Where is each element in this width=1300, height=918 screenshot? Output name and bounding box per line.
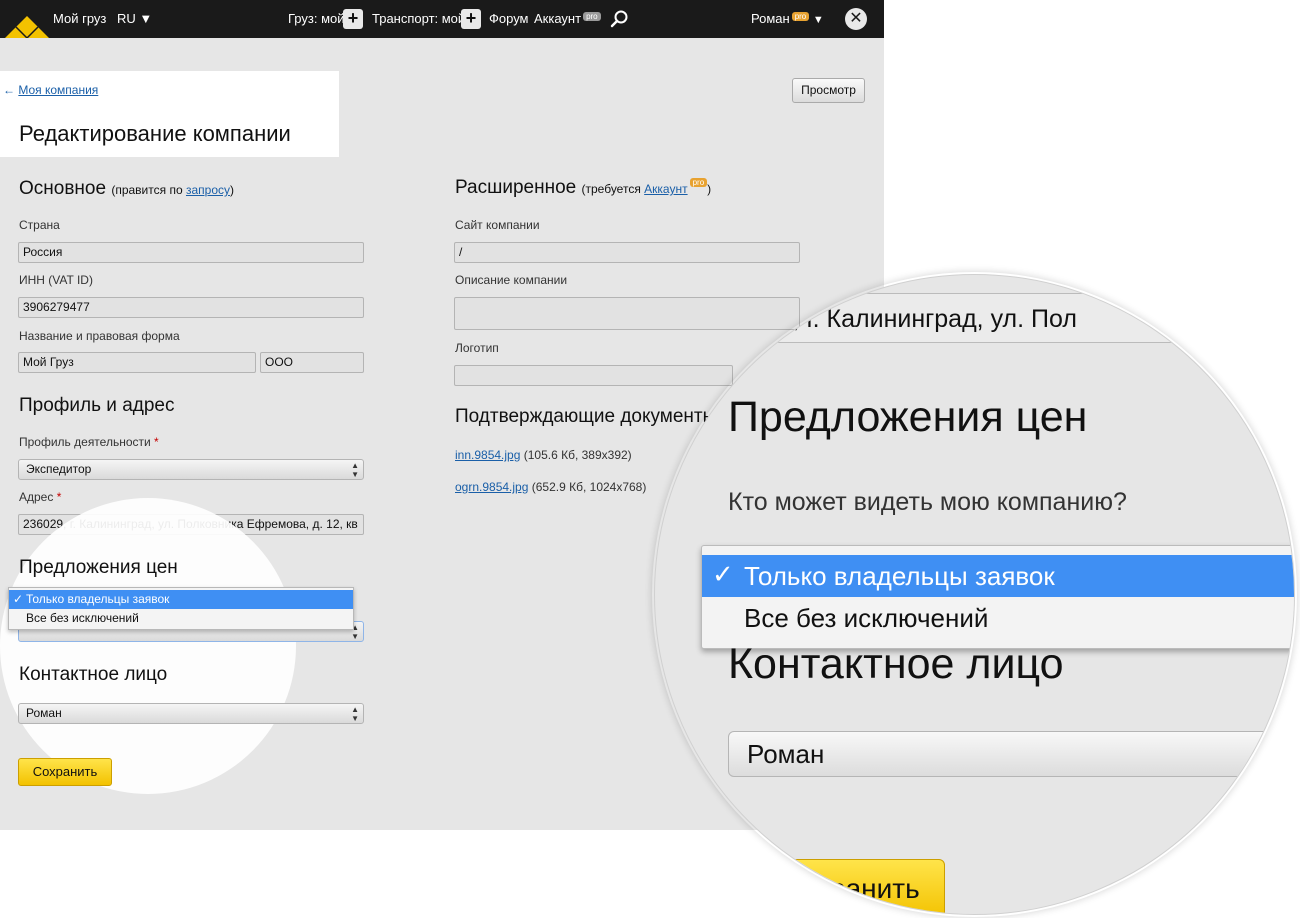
legal-form-field[interactable]: ООО — [260, 352, 364, 373]
zoomed-contact-select: Роман — [728, 731, 1294, 777]
documents-heading: Подтверждающие документы — [455, 406, 717, 427]
select-arrows-icon: ▲ ▼ — [351, 461, 359, 479]
checkmark-icon: ✓ — [13, 592, 24, 606]
close-icon[interactable]: ✕ — [845, 8, 867, 30]
add-cargo-button[interactable]: + — [343, 9, 363, 29]
country-label: Страна — [19, 218, 60, 232]
country-field[interactable]: Россия — [18, 242, 364, 263]
document-link[interactable]: ogrn.9854.jpg — [455, 480, 528, 494]
description-label: Описание компании — [455, 273, 568, 287]
user-pro-badge: pro — [791, 12, 810, 21]
pro-badge: pro — [689, 178, 708, 187]
offers-heading: Предложения цен — [19, 557, 178, 578]
user-menu[interactable]: Роман pro ▼ — [751, 11, 824, 26]
add-transport-button[interactable]: + — [461, 9, 481, 29]
logo-label: Логотип — [455, 341, 499, 355]
back-to-company-link[interactable]: ← Моя компания — [3, 83, 98, 97]
contact-person-value: Роман — [26, 706, 62, 720]
logo-file-field[interactable] — [454, 365, 733, 386]
zoomed-option-owners: ✓ Только владельцы заявок — [702, 555, 1294, 597]
zoomed-contact-heading: Контактное лицо — [728, 640, 1064, 688]
extended-heading-text: Расширенное — [455, 177, 577, 198]
address-label: Адрес * — [19, 490, 61, 504]
pro-badge: pro — [583, 12, 601, 21]
profile-heading: Профиль и адрес — [19, 395, 175, 416]
zoomed-save-button: хранить — [755, 859, 945, 914]
account-link[interactable]: Аккаунт — [644, 182, 687, 196]
top-navbar: Мой груз RU ▼ Груз: мой + Транспорт: мой… — [0, 0, 884, 60]
visibility-option-all-label: Все без исключений — [26, 611, 139, 625]
visibility-option-owners-label: Только владельцы заявок — [26, 592, 170, 606]
basic-heading-text: Основное — [19, 178, 107, 199]
extended-heading: Расширенное (требуется Аккаунт pro) — [455, 177, 711, 199]
basic-heading: Основное (правится по запросу) — [19, 178, 234, 200]
document-info: (105.6 Кб, 389x392) — [523, 448, 632, 462]
visibility-option-owners[interactable]: ✓ Только владельцы заявок — [9, 590, 353, 609]
extended-note-suffix: ) — [707, 182, 712, 196]
nav-cargo-mine[interactable]: Груз: мой — [288, 11, 345, 26]
visibility-dropdown: ✓ Только владельцы заявок Все без исключе… — [8, 587, 354, 630]
zoomed-option-owners-label: Только владельцы заявок — [744, 561, 1055, 591]
extended-note-prefix: (требуется — [581, 182, 645, 196]
basic-note-prefix: (правится по — [111, 183, 186, 197]
checkmark-icon: ✓ — [712, 559, 734, 589]
user-caret-icon: ▼ — [812, 14, 824, 26]
company-name-field[interactable]: Мой Груз — [18, 352, 256, 373]
search-icon[interactable] — [610, 9, 630, 29]
language-select[interactable]: RU ▼ — [117, 11, 152, 26]
nav-account[interactable]: Аккаунт pro — [534, 11, 601, 26]
zoomed-save-label: хранить — [816, 873, 920, 904]
basic-note: (правится по запросу) — [111, 183, 234, 197]
required-mark: * — [56, 490, 62, 504]
visibility-option-all[interactable]: Все без исключений — [9, 609, 353, 628]
back-link-label: Моя компания — [18, 83, 99, 97]
zoomed-visibility-dropdown: ✓ Только владельцы заявок Все без исключе… — [701, 545, 1294, 649]
nav-my-cargo[interactable]: Мой груз — [53, 11, 106, 26]
activity-label: Профиль деятельности * — [19, 435, 159, 449]
zoomed-offers-heading: Предложения цен — [728, 393, 1088, 441]
contact-person-select[interactable]: Роман ▲ ▼ — [18, 703, 364, 724]
back-arrow-icon: ← — [3, 83, 15, 97]
zoomed-option-all: Все без исключений — [702, 597, 1294, 639]
save-button[interactable]: Сохранить — [18, 758, 112, 786]
document-item: inn.9854.jpg (105.6 Кб, 389x392) — [455, 448, 632, 462]
zoomed-option-all-label: Все без исключений — [744, 603, 989, 633]
document-link[interactable]: inn.9854.jpg — [455, 448, 520, 462]
zoomed-address-field: 029, г. Калининград, ул. Пол — [730, 293, 1294, 343]
request-link[interactable]: запросу — [186, 183, 230, 197]
preview-button[interactable]: Просмотр — [792, 78, 865, 103]
spotlight-highlight — [0, 498, 296, 794]
page-title: Редактирование компании — [19, 121, 291, 146]
company-name-label: Название и правовая форма — [19, 329, 180, 343]
activity-select-value: Экспедитор — [26, 462, 92, 476]
activity-label-text: Профиль деятельности — [19, 435, 151, 449]
site-label: Сайт компании — [455, 218, 540, 232]
inn-field[interactable]: 3906279477 — [18, 297, 364, 318]
site-field[interactable]: / — [454, 242, 800, 263]
magnifier-view: 029, г. Калининград, ул. Пол Предложения… — [654, 274, 1295, 915]
extended-note: (требуется Аккаунт pro) — [581, 178, 712, 196]
nav-transport-mine[interactable]: Транспорт: мой — [372, 11, 465, 26]
zoomed-visibility-label: Кто может видеть мою компанию? — [728, 488, 1127, 516]
document-item: ogrn.9854.jpg (652.9 Кб, 1024x768) — [455, 480, 646, 494]
document-info: (652.9 Кб, 1024x768) — [531, 480, 647, 494]
user-name: Роман — [751, 11, 790, 26]
required-mark: * — [154, 435, 159, 449]
nav-account-label: Аккаунт — [534, 11, 582, 26]
select-arrows-icon: ▲ ▼ — [351, 705, 359, 723]
nav-forum[interactable]: Форум — [489, 11, 529, 26]
contact-heading: Контактное лицо — [19, 664, 168, 685]
inn-label: ИНН (VAT ID) — [19, 273, 93, 287]
basic-note-suffix: ) — [230, 183, 234, 197]
activity-select[interactable]: Экспедитор ▲ ▼ — [18, 459, 364, 480]
address-label-text: Адрес — [19, 490, 54, 504]
